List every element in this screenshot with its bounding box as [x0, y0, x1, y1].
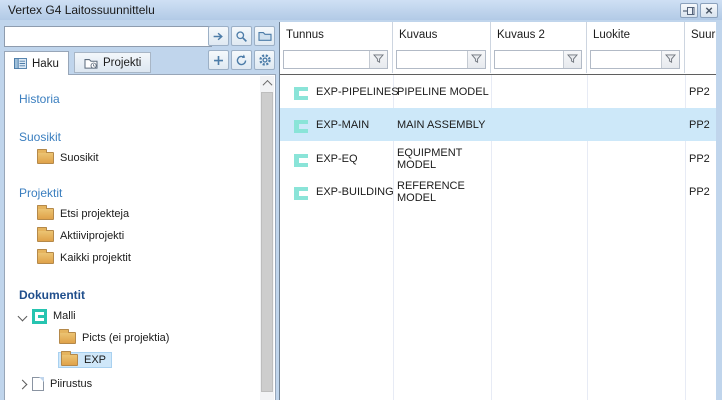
- left-panel: Haku Projekti Historia Suosikit: [3, 22, 277, 400]
- auto-hide-pin-button[interactable]: [680, 3, 698, 18]
- refresh-icon: [235, 54, 248, 67]
- up-arrow-icon: [262, 80, 272, 90]
- table-row[interactable]: EXP-BUILDING REFERENCE MODEL PP2: [280, 175, 716, 208]
- filter-input-kuvaus2[interactable]: [494, 50, 582, 69]
- table-header: Tunnus Kuvaus: [280, 22, 716, 75]
- column-header-suur[interactable]: Suur: [685, 22, 717, 73]
- settings-button[interactable]: [254, 50, 275, 70]
- add-button[interactable]: [208, 50, 229, 70]
- model-c-icon: [294, 187, 308, 200]
- window-title: Vertex G4 Laitossuunnittelu: [8, 3, 155, 17]
- folder-clock-icon: [84, 57, 98, 69]
- plus-icon: [212, 54, 225, 67]
- navigation-tree-panel: Historia Suosikit Suosikit Projektit Ets…: [4, 74, 276, 400]
- tree-item-suosikit[interactable]: Suosikit: [37, 147, 260, 169]
- funnel-icon: [373, 54, 384, 65]
- folder-icon: [37, 252, 54, 264]
- folder-icon: [59, 332, 76, 344]
- column-header-kuvaus[interactable]: Kuvaus: [393, 22, 491, 73]
- folder-icon: [37, 230, 54, 242]
- model-icon: [32, 309, 47, 324]
- drawing-icon: [32, 377, 44, 391]
- chevron-down-icon[interactable]: [18, 311, 28, 321]
- selected-tree-item: EXP: [59, 353, 111, 367]
- tree-section-historia[interactable]: Historia: [19, 89, 260, 109]
- column-header-kuvaus2[interactable]: Kuvaus 2: [491, 22, 587, 73]
- app-window: Vertex G4 Laitossuunnittelu ×: [0, 0, 722, 400]
- go-button[interactable]: [208, 26, 229, 46]
- tree-section-suosikit[interactable]: Suosikit: [19, 127, 260, 147]
- gear-icon: [258, 53, 272, 67]
- filter-input-luokite[interactable]: [590, 50, 680, 69]
- close-button[interactable]: ×: [700, 3, 718, 18]
- funnel-icon: [471, 54, 482, 65]
- tree-item-picts[interactable]: Picts (ei projektia): [59, 327, 260, 349]
- filter-input-kuvaus[interactable]: [396, 50, 486, 69]
- refresh-button[interactable]: [231, 50, 252, 70]
- column-header-tunnus[interactable]: Tunnus: [280, 22, 393, 73]
- tree-section-projektit[interactable]: Projektit: [19, 183, 260, 203]
- tree-item-kaikki-projektit[interactable]: Kaikki projektit: [37, 247, 260, 269]
- open-folder-button[interactable]: [254, 26, 275, 46]
- scroll-up-button[interactable]: [260, 76, 274, 91]
- column-header-luokite[interactable]: Luokite: [587, 22, 685, 73]
- model-c-icon: [294, 154, 308, 167]
- tree-item-exp[interactable]: EXP: [59, 349, 260, 371]
- table-body: EXP-PIPELINES PIPELINE MODEL PP2 EXP-MAI…: [280, 75, 716, 400]
- title-bar: Vertex G4 Laitossuunnittelu: [0, 0, 722, 20]
- tab-haku-label: Haku: [32, 58, 59, 70]
- folder-icon: [258, 30, 272, 42]
- tree-item-etsi-projekteja[interactable]: Etsi projekteja: [37, 203, 260, 225]
- filter-button[interactable]: [369, 51, 387, 68]
- tab-projekti-label: Projekti: [103, 57, 141, 69]
- tree-section-dokumentit[interactable]: Dokumentit: [19, 285, 260, 305]
- tab-projekti[interactable]: Projekti: [74, 52, 151, 73]
- funnel-icon: [567, 54, 578, 65]
- tree-item-malli[interactable]: Malli: [5, 305, 260, 327]
- table-row[interactable]: EXP-PIPELINES PIPELINE MODEL PP2: [280, 75, 716, 108]
- tree-item-aktiiviprojekti[interactable]: Aktiiviprojekti: [37, 225, 260, 247]
- model-c-icon: [294, 120, 308, 133]
- filter-button[interactable]: [563, 51, 581, 68]
- model-c-icon: [294, 87, 308, 100]
- filter-button[interactable]: [467, 51, 485, 68]
- tree-item-piirustus[interactable]: Piirustus: [5, 373, 260, 395]
- navigation-tree: Historia Suosikit Suosikit Projektit Ets…: [5, 75, 260, 400]
- chevron-right-icon[interactable]: [18, 379, 28, 389]
- table-row[interactable]: EXP-EQ EQUIPMENT MODEL PP2: [280, 142, 716, 175]
- document-table-panel: Tunnus Kuvaus: [279, 22, 716, 400]
- arrow-right-icon: [212, 30, 225, 43]
- tree-scrollbar[interactable]: [260, 76, 274, 400]
- search-input[interactable]: [4, 26, 212, 47]
- filter-button[interactable]: [661, 51, 679, 68]
- folder-icon: [37, 208, 54, 220]
- tab-haku[interactable]: Haku: [4, 51, 69, 75]
- funnel-icon: [665, 54, 676, 65]
- filter-input-tunnus[interactable]: [283, 50, 388, 69]
- magnifier-icon: [235, 30, 248, 43]
- pin-icon: [683, 6, 695, 16]
- search-button[interactable]: [231, 26, 252, 46]
- scrollbar-thumb[interactable]: [261, 92, 273, 392]
- list-icon: [14, 58, 27, 69]
- close-icon: ×: [705, 4, 713, 17]
- table-row-selected[interactable]: EXP-MAIN MAIN ASSEMBLY PP2: [280, 108, 716, 141]
- folder-icon: [61, 354, 78, 366]
- folder-icon: [37, 152, 54, 164]
